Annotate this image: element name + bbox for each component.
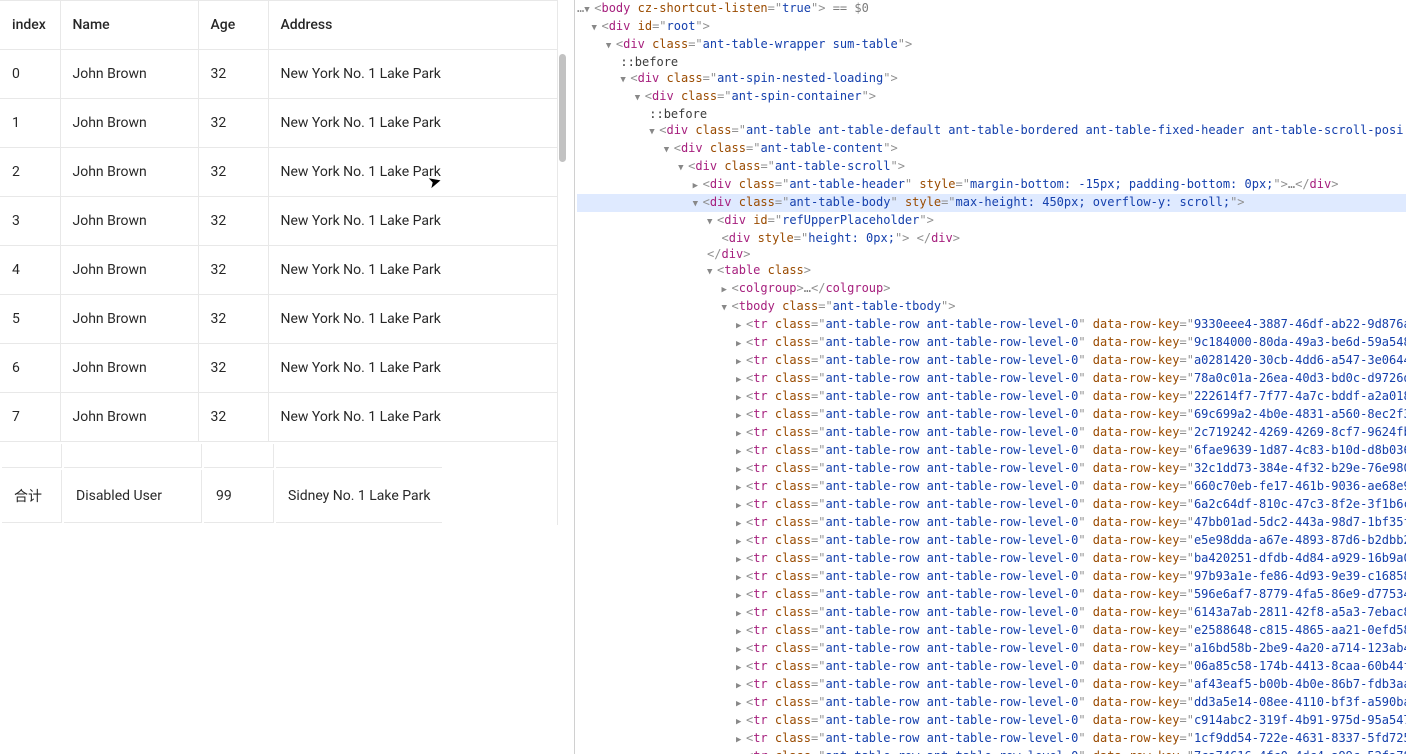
cell-index: 2 <box>0 148 60 197</box>
table-row[interactable]: 5John Brown32New York No. 1 Lake Park <box>0 295 557 344</box>
ellipsis-icon: … <box>577 1 584 15</box>
table-row[interactable]: 1John Brown32New York No. 1 Lake Park <box>0 99 557 148</box>
footer-index: 合计 <box>2 470 62 523</box>
dom-tree-row[interactable]: <tr class="ant-table-row ant-table-row-l… <box>577 748 1406 754</box>
dom-tree-row[interactable]: <tr class="ant-table-row ant-table-row-l… <box>577 658 1406 676</box>
cell-address: New York No. 1 Lake Park <box>268 197 557 246</box>
table-body-scroll[interactable]: 0John Brown32New York No. 1 Lake Park1Jo… <box>0 50 557 442</box>
cell-index: 5 <box>0 295 60 344</box>
footer-name: Disabled User <box>64 470 202 523</box>
cell-address: New York No. 1 Lake Park <box>268 246 557 295</box>
table-row[interactable]: 3John Brown32New York No. 1 Lake Park <box>0 197 557 246</box>
cell-name: John Brown <box>60 295 198 344</box>
dom-tree-row[interactable]: <tr class="ant-table-row ant-table-row-l… <box>577 676 1406 694</box>
cell-name: John Brown <box>60 148 198 197</box>
dom-tree-row[interactable]: <tr class="ant-table-row ant-table-row-l… <box>577 496 1406 514</box>
table-header: index Name Age Address <box>0 1 557 50</box>
col-header-age[interactable]: Age <box>198 1 268 50</box>
cell-index: 3 <box>0 197 60 246</box>
cell-name: John Brown <box>60 246 198 295</box>
table-row[interactable]: 0John Brown32New York No. 1 Lake Park <box>0 50 557 99</box>
dom-tree-row[interactable]: <tr class="ant-table-row ant-table-row-l… <box>577 406 1406 424</box>
footer-address: Sidney No. 1 Lake Park <box>276 470 442 523</box>
dom-tree-row[interactable]: <tr class="ant-table-row ant-table-row-l… <box>577 730 1406 748</box>
data-table-panel: index Name Age Address 0John Brown32New … <box>0 0 574 754</box>
cell-name: John Brown <box>60 50 198 99</box>
cell-name: John Brown <box>60 197 198 246</box>
cell-index: 1 <box>0 99 60 148</box>
dom-tree-row[interactable]: <tr class="ant-table-row ant-table-row-l… <box>577 388 1406 406</box>
dom-tree-row[interactable]: <tr class="ant-table-row ant-table-row-l… <box>577 622 1406 640</box>
dom-tree-row[interactable]: <tr class="ant-table-row ant-table-row-l… <box>577 550 1406 568</box>
dom-tree-row[interactable]: <tr class="ant-table-row ant-table-row-l… <box>577 424 1406 442</box>
dom-tree-row[interactable]: <tr class="ant-table-row ant-table-row-l… <box>577 640 1406 658</box>
dom-tree-row[interactable]: <tr class="ant-table-row ant-table-row-l… <box>577 370 1406 388</box>
ant-table: index Name Age Address 0John Brown32New … <box>0 0 558 525</box>
cell-address: New York No. 1 Lake Park <box>268 99 557 148</box>
col-header-address[interactable]: Address <box>268 1 557 50</box>
dom-tree-row[interactable]: <tr class="ant-table-row ant-table-row-l… <box>577 352 1406 370</box>
cell-age: 32 <box>198 148 268 197</box>
cell-age: 32 <box>198 50 268 99</box>
table-row[interactable]: 7John Brown32New York No. 1 Lake Park <box>0 393 557 442</box>
cell-index: 0 <box>0 50 60 99</box>
dom-tree-row[interactable]: <tr class="ant-table-row ant-table-row-l… <box>577 604 1406 622</box>
dom-tree-row[interactable]: <tr class="ant-table-row ant-table-row-l… <box>577 514 1406 532</box>
col-header-index[interactable]: index <box>0 1 60 50</box>
dom-tree-row[interactable]: <tr class="ant-table-row ant-table-row-l… <box>577 694 1406 712</box>
dom-tree-row[interactable]: <tr class="ant-table-row ant-table-row-l… <box>577 442 1406 460</box>
dom-tree-row[interactable]: <tr class="ant-table-row ant-table-row-l… <box>577 712 1406 730</box>
table-footer: 合计 Disabled User 99 Sidney No. 1 Lake Pa… <box>0 442 557 525</box>
cell-address: New York No. 1 Lake Park <box>268 50 557 99</box>
table-row[interactable]: 4John Brown32New York No. 1 Lake Park <box>0 246 557 295</box>
cell-age: 32 <box>198 295 268 344</box>
cell-age: 32 <box>198 99 268 148</box>
cell-age: 32 <box>198 197 268 246</box>
cell-index: 7 <box>0 393 60 442</box>
selected-dom-node[interactable]: <div class="ant-table-body" style="max-h… <box>577 194 1406 212</box>
cell-address: New York No. 1 Lake Park <box>268 148 557 197</box>
col-header-name[interactable]: Name <box>60 1 198 50</box>
cell-index: 4 <box>0 246 60 295</box>
cell-address: New York No. 1 Lake Park <box>268 344 557 393</box>
cell-address: New York No. 1 Lake Park <box>268 295 557 344</box>
dom-tree-row[interactable]: <tr class="ant-table-row ant-table-row-l… <box>577 460 1406 478</box>
cell-age: 32 <box>198 393 268 442</box>
cell-age: 32 <box>198 344 268 393</box>
dom-tree-row[interactable]: <tr class="ant-table-row ant-table-row-l… <box>577 478 1406 496</box>
cell-index: 6 <box>0 344 60 393</box>
cell-address: New York No. 1 Lake Park <box>268 393 557 442</box>
dom-tree-row[interactable]: <tr class="ant-table-row ant-table-row-l… <box>577 532 1406 550</box>
cell-name: John Brown <box>60 344 198 393</box>
cell-name: John Brown <box>60 99 198 148</box>
dom-tree-row[interactable]: <tr class="ant-table-row ant-table-row-l… <box>577 334 1406 352</box>
devtools-elements-panel[interactable]: …<body cz-shortcut-listen="true"> == $0 … <box>574 0 1406 754</box>
dom-tree-row[interactable]: <tr class="ant-table-row ant-table-row-l… <box>577 568 1406 586</box>
cell-name: John Brown <box>60 393 198 442</box>
footer-age: 99 <box>204 470 274 523</box>
dom-tree-row[interactable]: <tr class="ant-table-row ant-table-row-l… <box>577 586 1406 604</box>
table-row[interactable]: 6John Brown32New York No. 1 Lake Park <box>0 344 557 393</box>
table-row[interactable]: 2John Brown32New York No. 1 Lake Park <box>0 148 557 197</box>
cell-age: 32 <box>198 246 268 295</box>
vertical-scrollbar[interactable] <box>559 54 566 162</box>
dom-tree-row[interactable]: <tr class="ant-table-row ant-table-row-l… <box>577 316 1406 334</box>
